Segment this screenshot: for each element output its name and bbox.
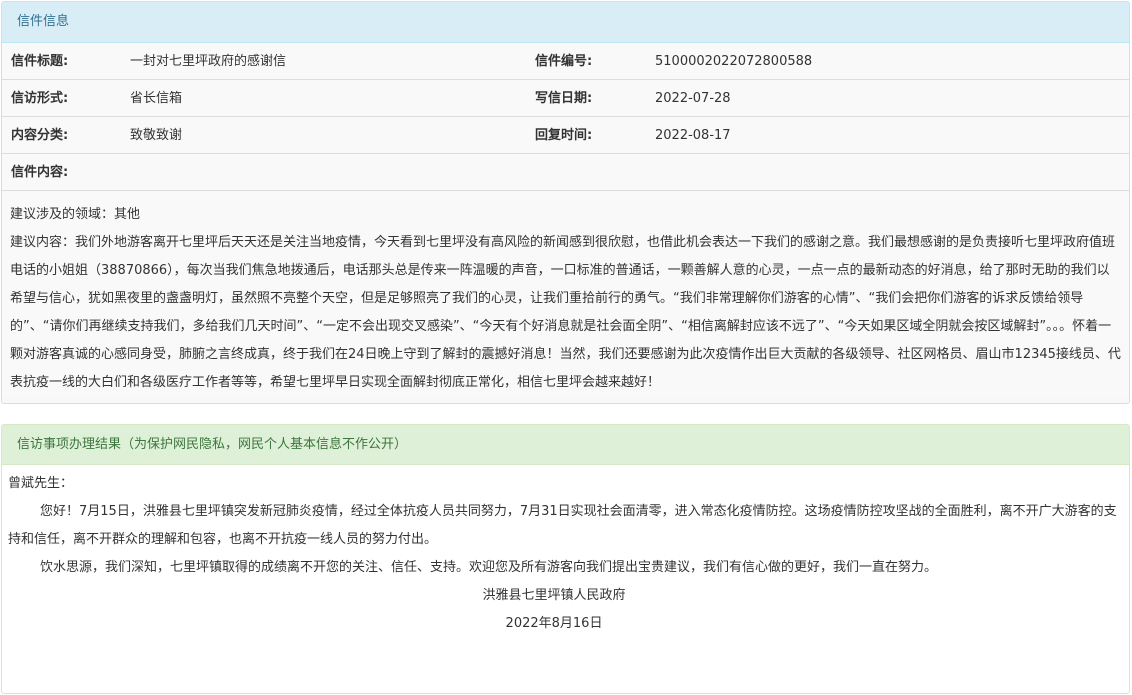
- letter-number-value: 5100002022072800588: [655, 54, 813, 69]
- info-row-content: 信件内容:: [2, 154, 1129, 191]
- suggestion-content: 建议内容：我们外地游客离开七里坪后天天还是关注当地疫情，今天看到七里坪没有高风险…: [10, 235, 1121, 390]
- suggestion-domain: 建议涉及的领域：其他: [10, 207, 141, 222]
- letter-title-value: 一封对七里坪政府的感谢信: [130, 54, 287, 69]
- reply-salutation: 曾斌先生：: [8, 476, 74, 491]
- write-date-value: 2022-07-28: [655, 91, 731, 106]
- write-date-label: 写信日期:: [535, 91, 593, 106]
- reply-time-label: 回复时间:: [535, 128, 593, 143]
- letter-info-panel: 信件信息 信件标题: 一封对七里坪政府的感谢信 信件编号: 5100002022…: [1, 1, 1130, 404]
- letter-info-heading: 信件信息: [2, 2, 1129, 43]
- signature-date: 2022年8月16日: [505, 616, 603, 631]
- reply-result-panel: 信访事项办理结果（为保护网民隐私，网民个人基本信息不作公开） 曾斌先生： 您好！…: [1, 424, 1130, 694]
- info-row-form: 信访形式: 省长信箱 写信日期: 2022-07-28: [2, 80, 1129, 117]
- letter-content-label: 信件内容:: [11, 165, 69, 180]
- letter-content-body: 建议涉及的领域：其他 建议内容：我们外地游客离开七里坪后天天还是关注当地疫情，今…: [2, 191, 1129, 397]
- reply-result-heading: 信访事项办理结果（为保护网民隐私，网民个人基本信息不作公开）: [2, 425, 1129, 465]
- info-row-title: 信件标题: 一封对七里坪政府的感谢信 信件编号: 510000202207280…: [2, 43, 1129, 80]
- reply-paragraph-1: 您好！7月15日，洪雅县七里坪镇突发新冠肺炎疫情，经过全体抗疫人员共同努力，7月…: [8, 504, 1117, 547]
- letter-number-label: 信件编号:: [535, 54, 593, 69]
- reply-paragraph-2: 饮水思源，我们深知，七里坪镇取得的成绩离不开您的关注、信任、支持。欢迎您及所有游…: [40, 560, 938, 575]
- petition-form-value: 省长信箱: [130, 91, 183, 106]
- content-category-label: 内容分类:: [11, 128, 69, 143]
- signature-organization: 洪雅县七里坪镇人民政府: [482, 588, 626, 603]
- reply-body: 曾斌先生： 您好！7月15日，洪雅县七里坪镇突发新冠肺炎疫情，经过全体抗疫人员共…: [2, 465, 1129, 638]
- content-category-value: 致敬致谢: [130, 128, 183, 143]
- letter-title-label: 信件标题:: [11, 54, 69, 69]
- info-row-category: 内容分类: 致敬致谢 回复时间: 2022-08-17: [2, 117, 1129, 154]
- petition-form-label: 信访形式:: [11, 91, 69, 106]
- reply-time-value: 2022-08-17: [655, 128, 731, 143]
